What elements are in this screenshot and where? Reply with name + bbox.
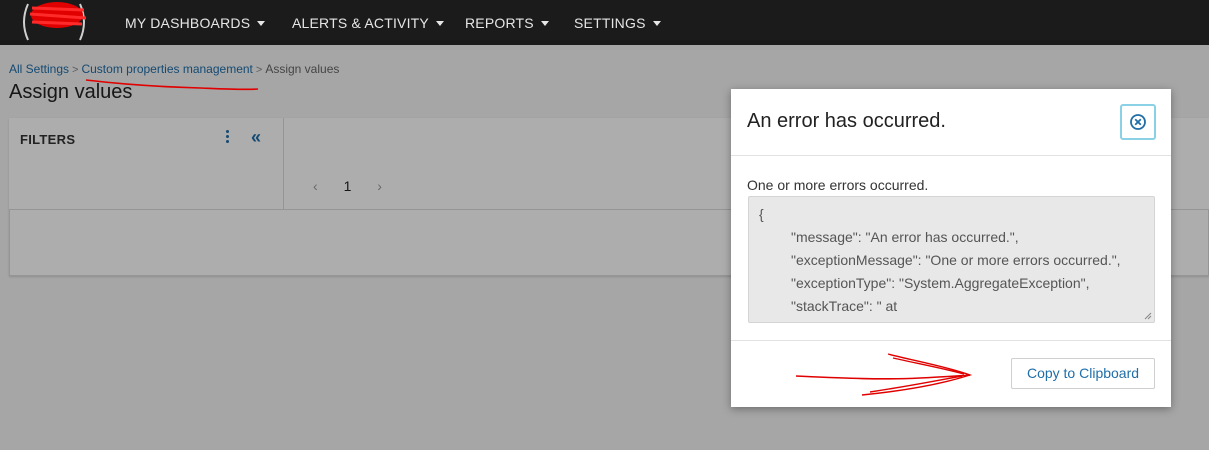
resize-handle-icon[interactable] xyxy=(1144,312,1152,320)
error-details-textarea[interactable]: { "message": "An error has occurred.", "… xyxy=(748,196,1155,323)
nav-settings[interactable]: SETTINGS xyxy=(574,0,661,45)
error-line: "exceptionMessage": "One or more errors … xyxy=(791,252,1121,268)
error-line: "stackTrace": " at xyxy=(791,298,898,314)
chevron-down-icon xyxy=(257,20,266,26)
dialog-footer-divider xyxy=(731,340,1171,341)
nav-reports[interactable]: REPORTS xyxy=(465,0,549,45)
dialog-header: An error has occurred. xyxy=(731,89,1171,156)
top-navigation-bar: MY DASHBOARDS ALERTS & ACTIVITY REPORTS … xyxy=(0,0,1209,45)
error-line: "exceptionType": "System.AggregateExcept… xyxy=(791,275,1090,291)
close-circle-icon xyxy=(1130,114,1146,130)
app-logo[interactable] xyxy=(12,0,96,45)
nav-alerts-activity[interactable]: ALERTS & ACTIVITY xyxy=(292,0,444,45)
nav-my-dashboards[interactable]: MY DASHBOARDS xyxy=(125,0,266,45)
copy-to-clipboard-button[interactable]: Copy to Clipboard xyxy=(1011,358,1155,389)
error-dialog: An error has occurred. One or more error… xyxy=(731,89,1171,407)
error-line: { xyxy=(759,206,764,222)
dialog-title: An error has occurred. xyxy=(747,110,946,132)
error-summary: One or more errors occurred. xyxy=(747,177,929,193)
close-button[interactable] xyxy=(1120,104,1156,140)
chevron-down-icon xyxy=(435,20,444,26)
error-line: "message": "An error has occurred.", xyxy=(791,229,1019,245)
chevron-down-icon xyxy=(652,20,661,26)
chevron-down-icon xyxy=(540,20,549,26)
